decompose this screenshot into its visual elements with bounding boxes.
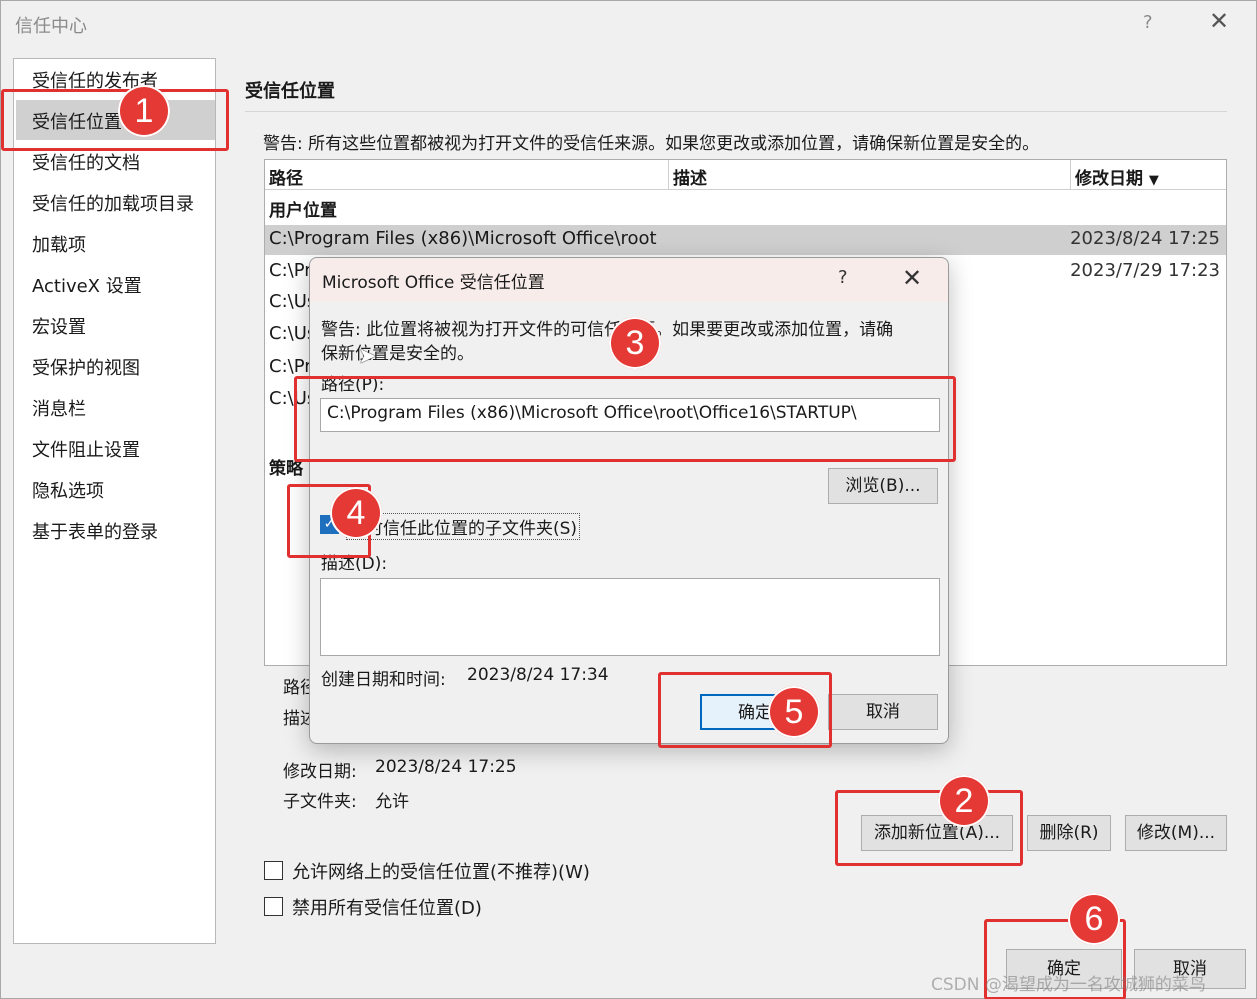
sidebar-item-trusted-documents[interactable]: 受信任的文档: [32, 149, 140, 175]
annotation-box-1: [1, 89, 229, 151]
info-subfolder-label: 子文件夹:: [283, 792, 357, 812]
dialog-desc-textarea[interactable]: [320, 578, 940, 656]
dialog-title-bar: Microsoft Office 受信任位置 ? ✕: [310, 258, 948, 302]
annotation-badge-6: 6: [1068, 893, 1120, 945]
sidebar-item-protected-view[interactable]: 受保护的视图: [32, 354, 140, 380]
browse-button[interactable]: 浏览(B)...: [828, 468, 938, 504]
disable-all-checkbox[interactable]: [264, 897, 283, 916]
allow-network-checkbox[interactable]: [264, 861, 283, 880]
disable-all-label[interactable]: 禁用所有受信任位置(D): [292, 894, 482, 920]
sidebar-item-activex[interactable]: ActiveX 设置: [32, 272, 142, 298]
dialog-created-label: 创建日期和时间:: [321, 670, 446, 690]
watermark-text: CSDN @渴望成为一名攻城狮的菜鸟: [931, 975, 1206, 995]
column-header-description[interactable]: 描述: [669, 160, 1071, 190]
sidebar-item-form-login[interactable]: 基于表单的登录: [32, 518, 158, 544]
dialog-warning-line2: 保新位置是安全的。: [321, 344, 474, 364]
sidebar-item-file-block[interactable]: 文件阻止设置: [32, 436, 140, 462]
window-title: 信任中心: [15, 16, 87, 37]
annotation-badge-4: 4: [330, 487, 382, 539]
sidebar: 受信任的发布者 受信任位置 受信任的文档 受信任的加载项目录 加载项 Activ…: [13, 58, 216, 944]
close-icon[interactable]: ✕: [1209, 7, 1229, 35]
remove-button[interactable]: 删除(R): [1027, 815, 1111, 851]
sidebar-item-macro-settings[interactable]: 宏设置: [32, 313, 86, 339]
annotation-badge-5: 5: [768, 686, 820, 738]
trust-center-window: 信任中心 ? ✕ 受信任的发布者 受信任位置 受信任的文档 受信任的加载项目录 …: [0, 0, 1257, 999]
dialog-help-icon[interactable]: ?: [838, 267, 848, 288]
sidebar-item-message-bar[interactable]: 消息栏: [32, 395, 86, 421]
sidebar-item-addins[interactable]: 加载项: [32, 231, 86, 257]
column-header-path[interactable]: 路径: [265, 160, 669, 190]
annotation-badge-3: 3: [609, 317, 661, 369]
section-divider: [245, 111, 1227, 112]
table-row[interactable]: C:\Program Files (x86)\Microsoft Office\…: [265, 225, 1226, 255]
dialog-title: Microsoft Office 受信任位置: [322, 273, 545, 293]
dialog-warning-line1: 警告: 此位置将被视为打开文件的可信任来源。如果要更改或添加位置，请确: [321, 320, 894, 340]
sort-desc-icon: ▼: [1148, 173, 1159, 188]
dialog-cancel-button[interactable]: 取消: [828, 694, 938, 730]
info-modified-label: 修改日期:: [283, 762, 357, 782]
info-subfolder-value: 允许: [375, 792, 409, 812]
annotation-badge-2: 2: [938, 775, 990, 827]
group-user-locations: 用户位置: [269, 201, 337, 221]
annotation-box-2: [835, 790, 1023, 866]
modify-button[interactable]: 修改(M)...: [1125, 815, 1227, 851]
info-modified-value: 2023/8/24 17:25: [375, 757, 517, 777]
sidebar-item-trusted-addin-catalogs[interactable]: 受信任的加载项目录: [32, 190, 194, 216]
help-icon[interactable]: ?: [1143, 12, 1153, 33]
dialog-close-icon[interactable]: ✕: [902, 264, 922, 292]
annotation-badge-1: 1: [118, 85, 170, 137]
dialog-created-value: 2023/8/24 17:34: [467, 665, 609, 685]
warning-text: 警告: 所有这些位置都被视为打开文件的受信任来源。如果您更改或添加位置，请确保新…: [263, 134, 1040, 154]
mouse-cursor-icon: ➤: [358, 344, 377, 369]
sidebar-item-privacy[interactable]: 隐私选项: [32, 477, 104, 503]
section-title: 受信任位置: [245, 81, 335, 102]
column-header-date[interactable]: 修改日期 ▼: [1071, 160, 1226, 190]
allow-network-label[interactable]: 允许网络上的受信任位置(不推荐)(W): [292, 858, 590, 884]
annotation-box-3: [294, 376, 956, 462]
title-bar: 信任中心 ? ✕: [1, 1, 1257, 47]
